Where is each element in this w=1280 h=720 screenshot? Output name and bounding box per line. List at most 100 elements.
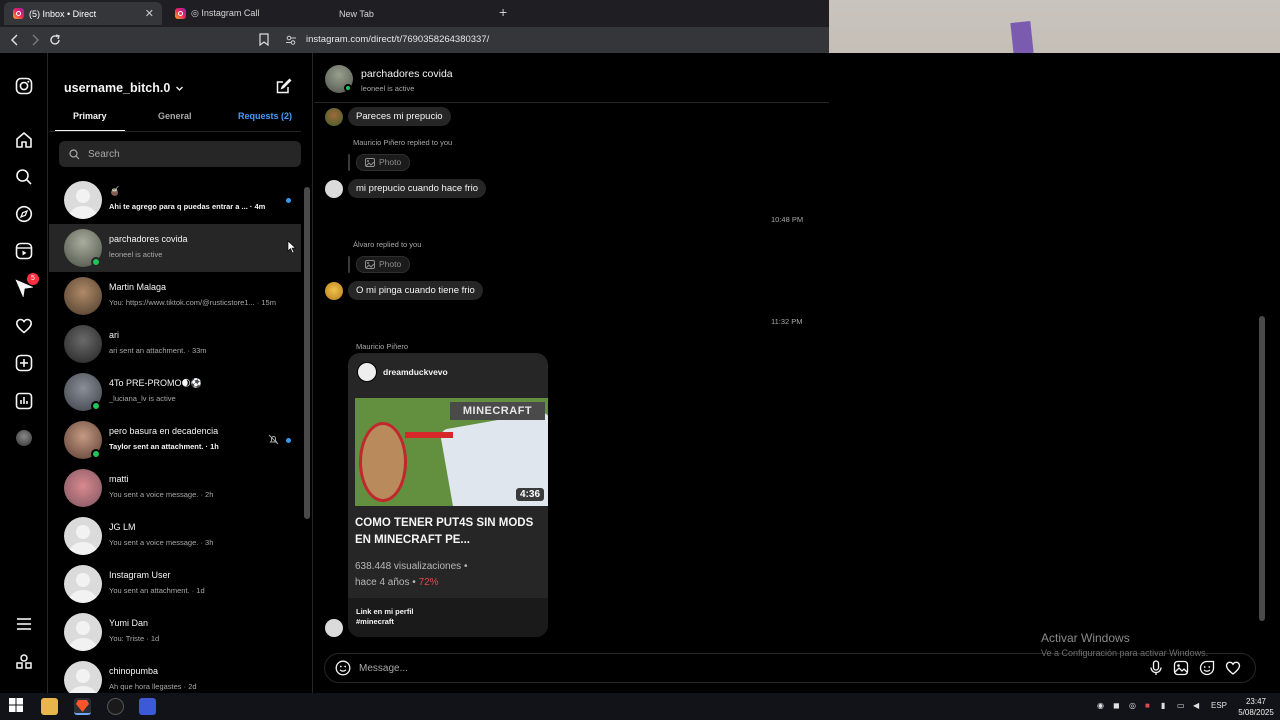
conversation-item[interactable]: Instagram User You sent an attachment. ·…: [49, 560, 301, 608]
tab-instagram-call[interactable]: ◎ Instagram Call: [166, 2, 326, 25]
caption-hashtag[interactable]: #minecraft: [356, 617, 540, 627]
conversation-item[interactable]: 🧉 Ahi te agrego para q puedas entrar a .…: [49, 176, 301, 224]
replied-photo-chip[interactable]: Photo: [356, 154, 411, 171]
gallery-icon[interactable]: [1173, 660, 1189, 676]
sender-avatar[interactable]: [325, 108, 343, 126]
windows-start-icon[interactable]: [9, 698, 26, 715]
replied-photo-chip[interactable]: Photo: [356, 256, 411, 273]
sender-name: Mauricio Piñero: [356, 342, 409, 351]
options-icon[interactable]: [285, 240, 297, 254]
tab-general[interactable]: General: [158, 111, 192, 121]
online-indicator: [91, 449, 101, 459]
conversation-item[interactable]: JG LM You sent a voice message. · 3h: [49, 512, 301, 560]
message-bubble[interactable]: O mi pinga cuando tiene frio: [348, 281, 483, 300]
dashboard-icon[interactable]: [15, 392, 33, 410]
conversation-item[interactable]: pero basura en decadencia Taylor sent an…: [49, 416, 301, 464]
explore-icon[interactable]: [15, 205, 33, 223]
volume-icon[interactable]: ◀: [1193, 701, 1199, 710]
notifications-heart-icon[interactable]: [15, 317, 33, 335]
video-title[interactable]: COMO TENER PUT4S SIN MODS EN MINECRAFT P…: [355, 515, 540, 549]
reel-owner-avatar[interactable]: [357, 362, 377, 382]
url-field[interactable]: instagram.com/direct/t/7690358264380337/: [306, 34, 489, 45]
conversation-name: Yumi Dan: [109, 618, 149, 628]
message-bubble[interactable]: mi prepucio cuando hace frio: [348, 179, 486, 198]
account-switcher[interactable]: username_bitch.0: [64, 81, 184, 95]
address-bar: instagram.com/direct/t/7690358264380337/: [0, 27, 829, 53]
reel-owner-name[interactable]: dreamduckvevo: [383, 367, 448, 377]
scrollbar-thumb[interactable]: [1259, 316, 1265, 621]
like-heart-icon[interactable]: [1225, 660, 1241, 676]
emoji-icon[interactable]: [335, 660, 351, 676]
chat-status: leoneel is active: [361, 84, 415, 93]
tab-new[interactable]: New Tab: [330, 2, 490, 25]
tab-requests[interactable]: Requests (2): [238, 111, 292, 121]
clock[interactable]: 23:47 5/08/2025: [1236, 696, 1276, 718]
photo-icon: [365, 158, 375, 167]
watch-percent: 72%: [418, 577, 439, 588]
tray-icon[interactable]: ◼: [1113, 701, 1120, 710]
network-icon[interactable]: ▭: [1177, 701, 1185, 710]
microphone-tray-icon[interactable]: ▮: [1161, 701, 1165, 710]
search-input[interactable]: Search: [59, 141, 301, 167]
conversation-name: 4To PRE-PROMO🌒⚽: [109, 378, 203, 388]
language-indicator[interactable]: ESP: [1211, 701, 1227, 710]
home-icon[interactable]: [15, 131, 33, 149]
avatar: [64, 181, 102, 219]
tray-icon[interactable]: ■: [1145, 701, 1150, 710]
conversation-item[interactable]: matti You sent a voice message. · 2h: [49, 464, 301, 512]
message-bubble[interactable]: Pareces mi prepucio: [348, 107, 451, 126]
conversation-item[interactable]: 4To PRE-PROMO🌒⚽ _luciana_lv is active: [49, 368, 301, 416]
tab-primary[interactable]: Primary: [73, 111, 107, 121]
create-icon[interactable]: [15, 354, 33, 372]
conversation-name: parchadores covida: [109, 234, 188, 244]
conversation-item[interactable]: Martin Malaga You: https://www.tiktok.co…: [49, 272, 301, 320]
back-icon[interactable]: [8, 33, 22, 47]
new-message-compose-icon[interactable]: [275, 78, 292, 95]
reload-icon[interactable]: [48, 33, 62, 47]
app-icon[interactable]: [139, 698, 156, 715]
online-indicator: [344, 84, 352, 92]
conversation-item-selected[interactable]: parchadores covida leoneel is active: [49, 224, 301, 272]
shared-reel-card[interactable]: dreamduckvevo MINECRAFT 4:36 COMO TENER …: [348, 353, 548, 637]
tab-inbox[interactable]: (5) Inbox • Direct ✕: [4, 2, 162, 25]
bookmark-icon[interactable]: [258, 33, 270, 46]
new-tab-plus-icon[interactable]: +: [499, 5, 507, 19]
sender-avatar[interactable]: [325, 180, 343, 198]
discord-tray-icon[interactable]: ◉: [1097, 701, 1104, 710]
chat-scrollbar[interactable]: [1259, 303, 1265, 643]
sender-avatar[interactable]: [325, 619, 343, 637]
video-stats: 638.448 visualizaciones • hace 4 años • …: [355, 559, 467, 591]
messages-icon[interactable]: 5: [15, 273, 39, 297]
search-icon[interactable]: [15, 168, 33, 186]
microphone-icon[interactable]: [1149, 660, 1163, 676]
close-tab-icon[interactable]: ✕: [145, 7, 154, 20]
profile-avatar[interactable]: [16, 430, 32, 446]
file-explorer-icon[interactable]: [41, 698, 58, 715]
online-indicator: [91, 257, 101, 267]
tray-icon[interactable]: ◎: [1129, 701, 1136, 710]
brave-browser-icon[interactable]: [74, 698, 91, 715]
instagram-logo-icon[interactable]: [15, 77, 33, 95]
nav-rail: 5: [0, 53, 48, 693]
avatar: [64, 277, 102, 315]
forward-icon[interactable]: [28, 33, 42, 47]
conversation-item[interactable]: ari ari sent an attachment. · 33m: [49, 320, 301, 368]
more-apps-icon[interactable]: [15, 653, 33, 671]
reel-thumbnail[interactable]: MINECRAFT 4:36: [355, 398, 548, 506]
inbox-scrollbar[interactable]: [304, 178, 310, 692]
conversation-item[interactable]: Yumi Dan You: Triste · 1d: [49, 608, 301, 656]
conversation-item[interactable]: chinopumba Ah que hora llegastes · 2d: [49, 656, 301, 693]
reels-icon[interactable]: [15, 242, 33, 260]
unread-dot: [286, 198, 291, 203]
chat-title[interactable]: parchadores covida: [361, 68, 453, 80]
scrollbar-thumb[interactable]: [304, 187, 310, 519]
menu-icon[interactable]: [15, 615, 33, 633]
reel-caption: Link en mi perfil #minecraft: [348, 598, 548, 637]
wall-poster: [1010, 21, 1034, 55]
sticker-icon[interactable]: [1199, 660, 1215, 676]
conversation-name: pero basura en decadencia: [109, 426, 219, 436]
site-settings-icon[interactable]: [285, 34, 297, 46]
message-input[interactable]: Message...: [359, 663, 408, 674]
obs-icon[interactable]: [107, 698, 124, 715]
sender-avatar[interactable]: [325, 282, 343, 300]
